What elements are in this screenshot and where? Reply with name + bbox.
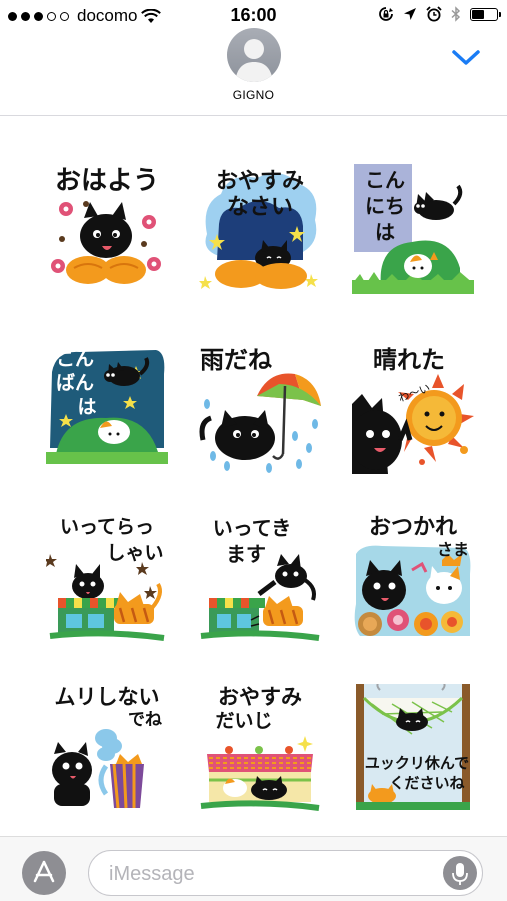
sticker-art — [356, 684, 470, 810]
chevron-down-icon[interactable] — [450, 46, 482, 68]
microphone-icon — [452, 863, 468, 885]
sticker-caption: なさい — [226, 195, 293, 220]
battery-icon — [470, 7, 501, 21]
sticker-caption: 晴れた — [373, 346, 445, 374]
sticker-caption: ムリしない — [54, 685, 160, 709]
sticker-ohayou[interactable]: おはよう — [46, 164, 168, 294]
sticker-murishinaidene[interactable]: ムリしない でね — [46, 684, 168, 814]
sticker-caption: は — [375, 220, 395, 244]
sticker-konnichiha[interactable]: こん にち は — [352, 164, 474, 294]
sticker-caption: は — [77, 396, 97, 418]
status-icons — [378, 6, 501, 22]
rotation-lock-icon — [379, 7, 393, 21]
sticker-caption: ばん — [55, 372, 94, 394]
bluetooth-icon — [451, 6, 461, 22]
alarm-icon — [426, 6, 442, 22]
app-store-button[interactable] — [22, 851, 66, 895]
microphone-button[interactable] — [443, 856, 477, 890]
sticker-grid: おはよう おやすみ なさい こん にち は こん ばん は 雨だね わ〜い 晴れ… — [0, 116, 507, 836]
message-field[interactable] — [88, 850, 483, 896]
sticker-hareta[interactable]: わ〜い 晴れた — [352, 344, 474, 474]
sticker-caption: ユックリ休んで — [364, 754, 470, 772]
sticker-caption: こん — [55, 348, 94, 370]
message-input-bar — [0, 836, 507, 901]
contact-name[interactable]: GIGNO — [0, 88, 507, 102]
sticker-caption: しゃい — [106, 542, 164, 564]
sticker-caption: おはよう — [54, 166, 159, 196]
sticker-itterasshai[interactable]: いってらっ しゃい — [46, 514, 168, 644]
sticker-ittekimasu[interactable]: いってき ます — [199, 514, 321, 644]
conversation-header: GIGNO — [0, 28, 507, 116]
sticker-caption: こん — [365, 168, 405, 192]
sticker-caption: にち — [365, 194, 405, 218]
sticker-oyasuminasai[interactable]: おやすみ なさい — [199, 164, 321, 294]
imessage-input[interactable] — [107, 860, 431, 888]
contact-avatar[interactable] — [227, 28, 281, 82]
app-store-icon — [33, 860, 55, 883]
sticker-ameda[interactable]: 雨だね — [199, 344, 321, 474]
sticker-caption: おやすみ — [218, 685, 302, 709]
sticker-caption: だいじ — [215, 710, 273, 732]
sticker-caption: さま — [436, 540, 469, 559]
sticker-caption: くださいね — [389, 774, 465, 792]
sticker-caption: いってき — [212, 516, 292, 540]
sticker-yukkuriyasunde[interactable]: ユックリ休んで くださいね — [352, 684, 474, 814]
sticker-caption: ます — [226, 542, 266, 566]
sticker-caption: 雨だね — [200, 346, 272, 374]
sticker-caption: おつかれ — [368, 515, 457, 540]
location-arrow-icon — [404, 8, 416, 20]
person-silhouette-icon — [235, 39, 273, 82]
sticker-oyasumidaiji[interactable]: おやすみ だいじ — [199, 684, 321, 814]
battery-fill — [472, 9, 484, 19]
sticker-otsukaresama[interactable]: おつかれ さま — [352, 514, 474, 644]
sticker-caption: おやすみ — [215, 169, 304, 194]
sticker-caption: いってらっ — [59, 516, 155, 538]
status-bar: docomo 16:00 — [0, 0, 507, 30]
sticker-konbanha[interactable]: こん ばん は — [46, 344, 168, 474]
